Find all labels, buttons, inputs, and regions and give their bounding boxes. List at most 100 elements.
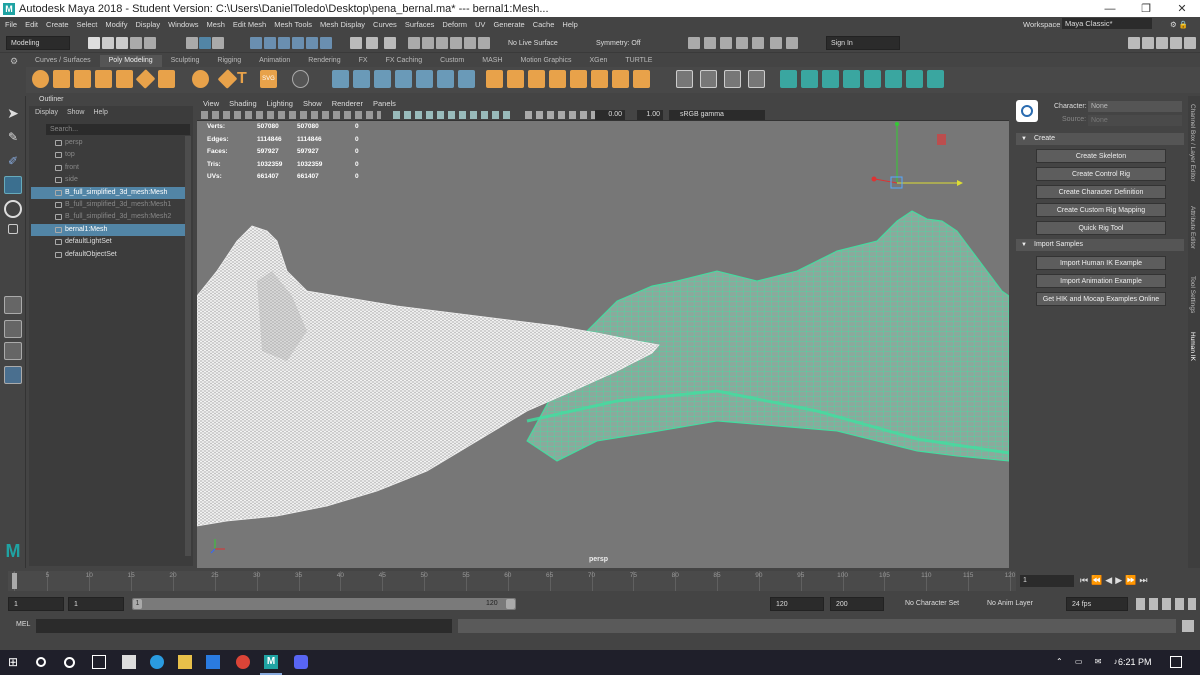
select-object-icon[interactable]: [199, 37, 211, 49]
poke-icon[interactable]: [591, 70, 608, 88]
shelf-tab-curves-surfaces[interactable]: Curves / Surfaces: [26, 55, 100, 67]
wedge-icon[interactable]: [612, 70, 629, 88]
windows-start-icon[interactable]: ⊞: [8, 655, 22, 669]
shelf-tab-animation[interactable]: Animation: [250, 55, 299, 67]
uv-automatic-icon[interactable]: [843, 70, 860, 88]
menu-file[interactable]: File: [5, 20, 17, 29]
store-icon[interactable]: [122, 655, 136, 669]
new-scene-icon[interactable]: [88, 37, 100, 49]
maximize-button[interactable]: ❐: [1128, 0, 1164, 17]
fill-hole-icon[interactable]: [549, 70, 566, 88]
side-tab-human-ik[interactable]: Human IK: [1189, 332, 1196, 361]
key-prefs-icons[interactable]: [1136, 598, 1196, 610]
extrude-icon[interactable]: [486, 70, 503, 88]
separate-icon[interactable]: [353, 70, 370, 88]
poly-cylinder-icon[interactable]: [74, 70, 91, 88]
viewport-camera-icons[interactable]: [201, 111, 381, 119]
outliner-menu-show[interactable]: Show: [67, 109, 85, 116]
outliner-item[interactable]: persp: [31, 137, 185, 149]
create-custom-rig-mapping-button[interactable]: Create Custom Rig Mapping: [1036, 203, 1166, 217]
menu-display[interactable]: Display: [136, 20, 161, 29]
viewport-menu-shading[interactable]: Shading: [229, 99, 257, 108]
outliner-item[interactable]: defaultLightSet: [31, 236, 185, 248]
menu-help[interactable]: Help: [562, 20, 577, 29]
render-view-icon[interactable]: [464, 37, 476, 49]
fps-select[interactable]: 24 fps: [1066, 597, 1128, 611]
light-icon[interactable]: [752, 37, 764, 49]
quad-draw-icon[interactable]: [748, 70, 765, 88]
poly-cone-icon[interactable]: [95, 70, 112, 88]
pause-icon[interactable]: [786, 37, 798, 49]
menu-surfaces[interactable]: Surfaces: [405, 20, 435, 29]
select-tool-icon[interactable]: ➤: [4, 104, 22, 122]
mail-icon[interactable]: [206, 655, 220, 669]
create-skeleton-button[interactable]: Create Skeleton: [1036, 149, 1166, 163]
menu-generate[interactable]: Generate: [493, 20, 524, 29]
viewport-menu-lighting[interactable]: Lighting: [267, 99, 293, 108]
multi-cut-icon[interactable]: [633, 70, 650, 88]
create-section-header[interactable]: Create: [1016, 133, 1184, 145]
insert-edge-loop-icon[interactable]: [700, 70, 717, 88]
workspace-icons[interactable]: ⚙ 🔒: [1170, 20, 1188, 29]
menu-edit[interactable]: Edit: [25, 20, 38, 29]
hypershade-icon[interactable]: [450, 37, 462, 49]
outliner-scrollbar[interactable]: [185, 136, 191, 556]
uv-layout-icon[interactable]: [906, 70, 923, 88]
menu-select[interactable]: Select: [77, 20, 98, 29]
snap-vertex-icon[interactable]: [320, 37, 332, 49]
discord-icon[interactable]: [294, 655, 308, 669]
shelf-tab-sculpting[interactable]: Sculpting: [162, 55, 209, 67]
shelf-tab-turtle[interactable]: TURTLE: [616, 55, 661, 67]
import-human-ik-example-button[interactable]: Import Human IK Example: [1036, 256, 1166, 270]
shelf-tab-fx[interactable]: FX: [350, 55, 377, 67]
channel-box-toggle-icon[interactable]: [1184, 37, 1196, 49]
magnet-icon[interactable]: [384, 37, 396, 49]
boolean-difference-icon[interactable]: [416, 70, 433, 88]
mel-label[interactable]: MEL: [16, 621, 30, 628]
open-scene-icon[interactable]: [102, 37, 114, 49]
system-tray-icons[interactable]: ⌃ ▭ ✉ ♪: [1056, 657, 1123, 666]
time-slider[interactable]: 1510152025303540455055606570758085909510…: [8, 571, 1016, 591]
outliner-item[interactable]: side: [31, 174, 185, 186]
super-shape-icon[interactable]: [217, 69, 238, 89]
shelf-tab-poly-modeling[interactable]: Poly Modeling: [99, 55, 162, 67]
sign-in-button[interactable]: Sign In: [826, 36, 900, 50]
shelf-tab-rigging[interactable]: Rigging: [208, 55, 250, 67]
range-bar[interactable]: 1 120: [132, 598, 516, 610]
outliner-menu-help[interactable]: Help: [93, 109, 107, 116]
start-time-field[interactable]: 1: [8, 597, 64, 611]
viewport-shading-icons[interactable]: [393, 111, 513, 119]
outliner-item[interactable]: B_full_simplified_3d_mesh:Mesh2: [31, 211, 185, 223]
shelf-tab-motion-graphics[interactable]: Motion Graphics: [512, 55, 581, 67]
outliner-search-input[interactable]: Search...: [46, 124, 190, 135]
range-start-handle[interactable]: 1: [133, 599, 142, 609]
file-explorer-icon[interactable]: [178, 655, 192, 669]
platonic-solid-icon[interactable]: [192, 70, 209, 88]
character-set-select[interactable]: No Character Set: [900, 597, 974, 611]
combine-icon[interactable]: [332, 70, 349, 88]
chrome-icon[interactable]: [236, 655, 250, 669]
poly-type-icon[interactable]: T: [237, 70, 254, 88]
tool-settings-toggle-icon[interactable]: [1170, 37, 1182, 49]
poly-disc-icon[interactable]: [158, 70, 175, 88]
render-settings-icon[interactable]: [436, 37, 448, 49]
ipr-icon[interactable]: [720, 37, 732, 49]
mirror-icon[interactable]: [458, 70, 475, 88]
render-frame-icon[interactable]: [408, 37, 420, 49]
notifications-icon[interactable]: [1170, 656, 1182, 668]
cortana-icon[interactable]: [64, 657, 75, 668]
ipr-render-icon[interactable]: [422, 37, 434, 49]
menu-deform[interactable]: Deform: [442, 20, 467, 29]
uv-snapshot-icon[interactable]: [927, 70, 944, 88]
playback-buttons[interactable]: ⏮⏪◀▶⏩⏭: [1080, 575, 1150, 586]
close-button[interactable]: ✕: [1164, 0, 1200, 17]
outliner-item[interactable]: defaultObjectSet: [31, 249, 185, 261]
render-sequence-icon[interactable]: [478, 37, 490, 49]
viewport-menu-show[interactable]: Show: [303, 99, 322, 108]
exposure-field[interactable]: 0.00: [595, 110, 625, 120]
menu-mesh[interactable]: Mesh: [207, 20, 225, 29]
symmetry-select[interactable]: Symmetry: Off: [592, 36, 656, 50]
connect-icon[interactable]: [724, 70, 741, 88]
outliner-item[interactable]: front: [31, 162, 185, 174]
shelf-tab-mash[interactable]: MASH: [473, 55, 511, 67]
